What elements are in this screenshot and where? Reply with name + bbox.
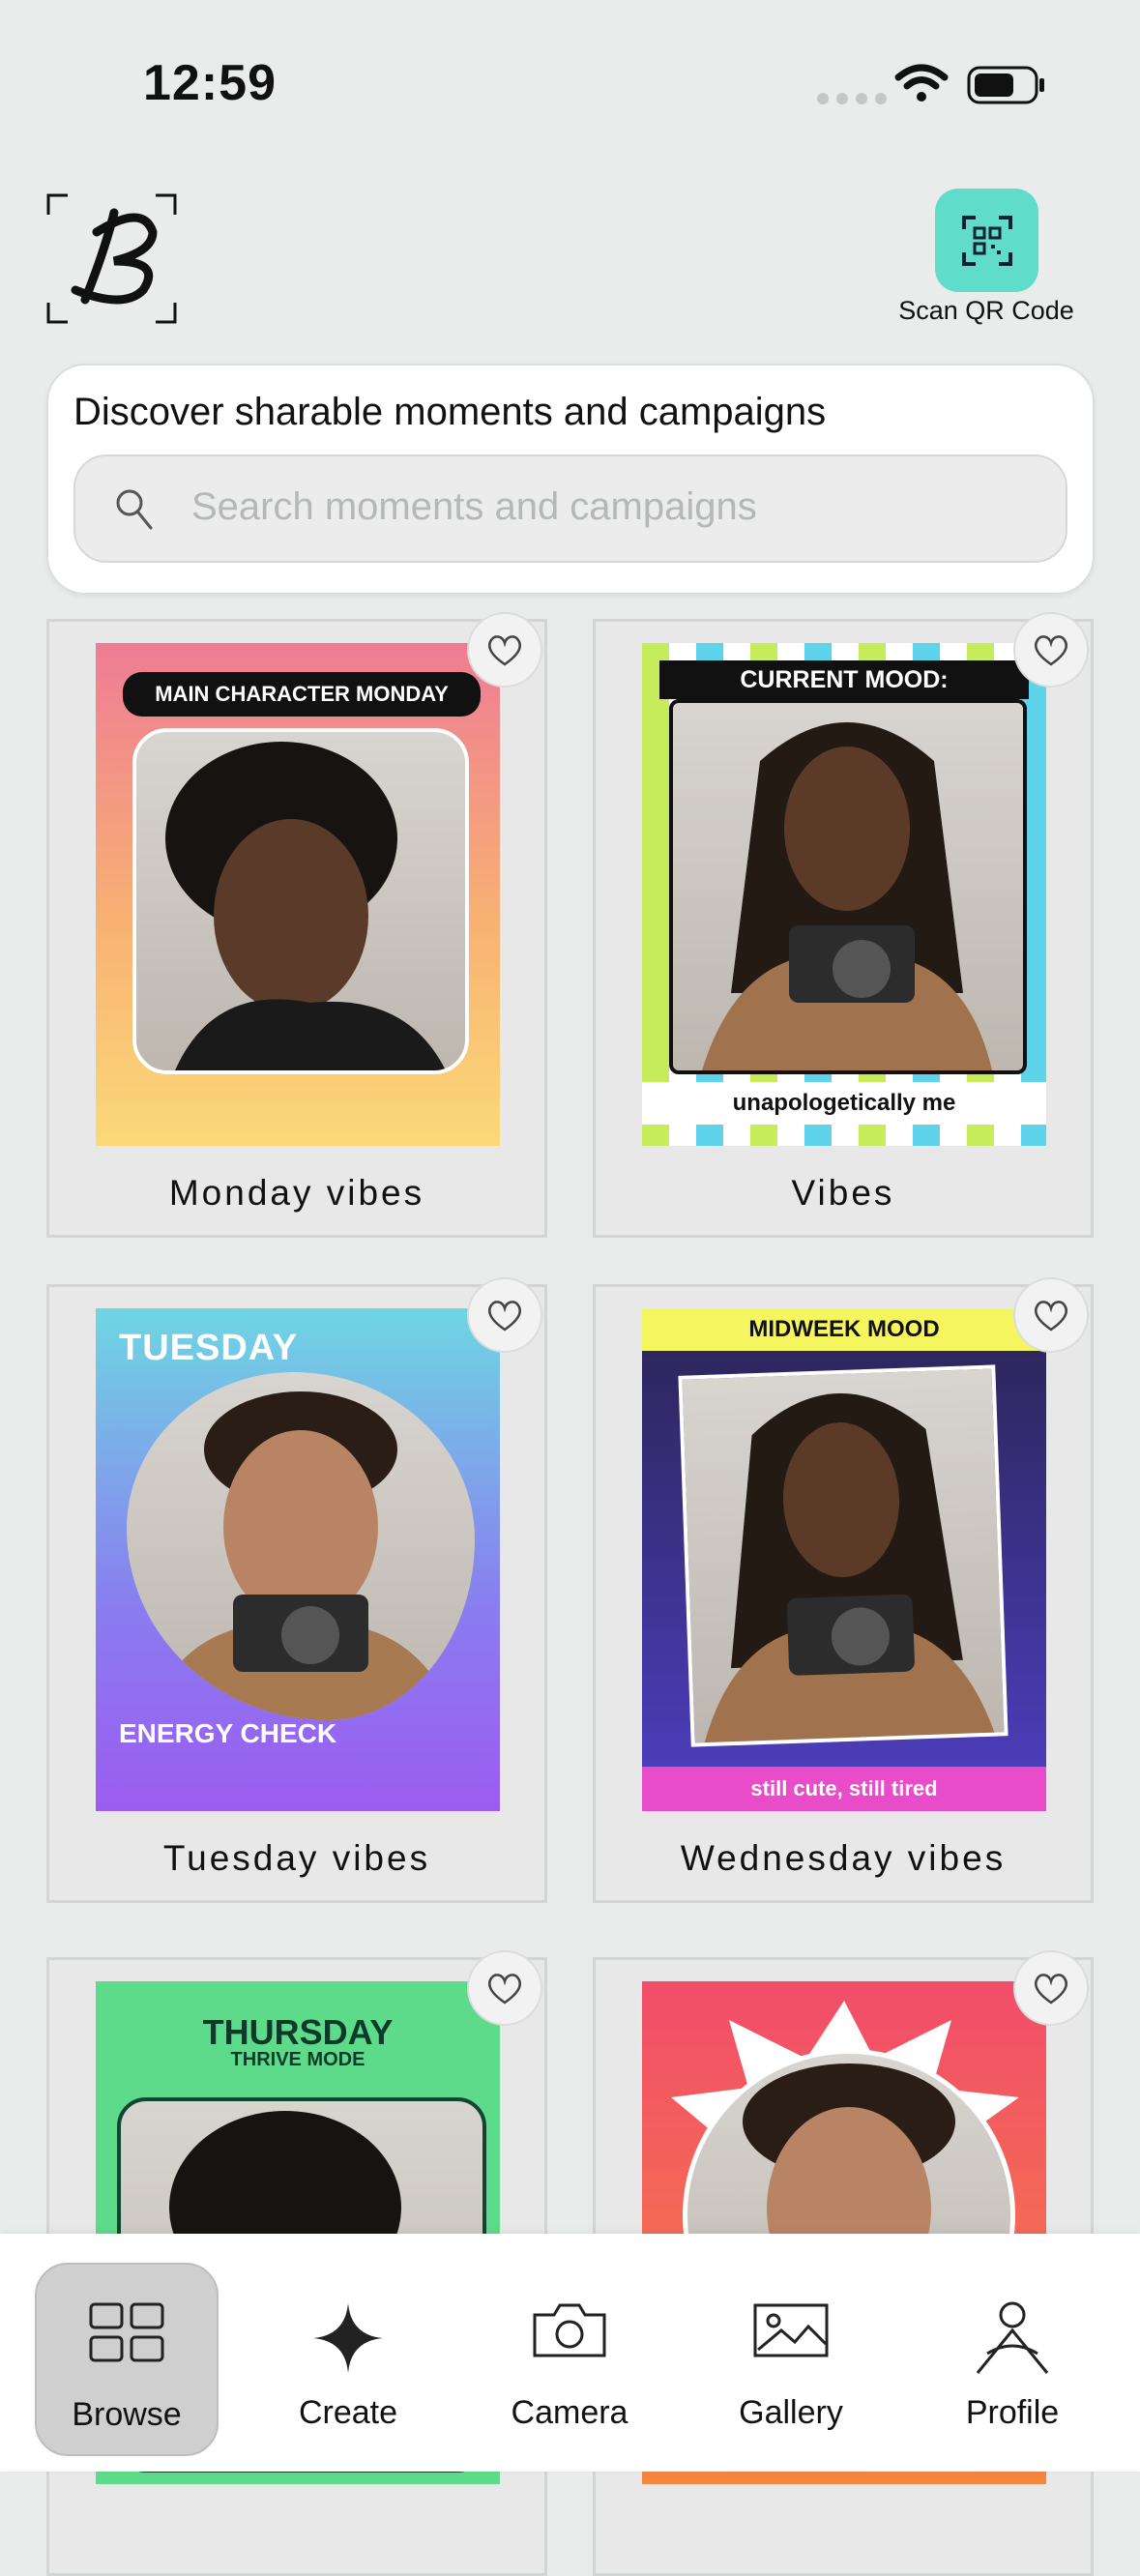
tab-label: Gallery <box>739 2394 843 2431</box>
moment-card-tuesday[interactable]: TUESDAY ENERGY CHECK Tuesday vibes <box>46 1277 547 1903</box>
tab-camera[interactable]: Camera <box>478 2263 661 2456</box>
tab-gallery[interactable]: Gallery <box>699 2263 883 2456</box>
card-artwork: MAIN CHARACTER MONDAY <box>96 643 500 1146</box>
heart-icon <box>1035 635 1067 666</box>
card-photo <box>127 1372 475 1720</box>
moment-card-wednesday[interactable]: MIDWEEK MOOD still cute, still tired Wed… <box>593 1277 1094 1903</box>
moment-card-monday[interactable]: MAIN CHARACTER MONDAY Monday vibes <box>46 612 547 1238</box>
card-photo <box>678 1364 1008 1747</box>
heart-icon <box>1035 1301 1067 1332</box>
card-banner: MIDWEEK MOOD <box>642 1308 1046 1351</box>
search-panel: Discover sharable moments and campaigns … <box>46 364 1095 595</box>
card-banner: CURRENT MOOD: <box>659 660 1029 699</box>
search-icon <box>116 489 153 530</box>
search-title: Discover sharable moments and campaigns <box>73 391 827 433</box>
tab-browse[interactable]: Browse <box>35 2263 219 2456</box>
favorite-button[interactable] <box>467 1950 542 2026</box>
card-photo <box>132 728 469 1074</box>
cellular-signal-icon <box>817 93 887 104</box>
card-artwork: CURRENT MOOD: unapologetically me <box>642 643 1046 1146</box>
status-time: 12:59 <box>143 55 277 111</box>
person-icon <box>976 2301 1049 2374</box>
card-artwork: MIDWEEK MOOD still cute, still tired <box>642 1308 1046 1811</box>
card-photo <box>669 699 1027 1074</box>
moment-card-vibes[interactable]: CURRENT MOOD: unapologetically me Vibes <box>593 612 1094 1238</box>
card-subtitle: THRIVE MODE <box>230 2049 365 2070</box>
camera-icon <box>533 2303 606 2357</box>
sparkle-icon <box>313 2303 383 2373</box>
card-footer-text: still cute, still tired <box>642 1767 1046 1811</box>
tab-label: Browse <box>72 2396 182 2433</box>
card-banner: TUESDAY <box>119 1328 299 1368</box>
battery-icon <box>967 66 1044 104</box>
favorite-button[interactable] <box>467 1277 542 1353</box>
heart-icon <box>1035 1974 1067 2005</box>
grid-icon <box>89 2302 164 2362</box>
tab-label: Create <box>298 2394 398 2431</box>
tab-label: Profile <box>965 2394 1060 2431</box>
card-caption: Vibes <box>791 1173 895 1213</box>
card-caption: Monday vibes <box>168 1173 425 1213</box>
favorite-button[interactable] <box>1013 612 1089 688</box>
favorite-button[interactable] <box>1013 1277 1089 1353</box>
wifi-icon <box>894 64 949 102</box>
favorite-button[interactable] <box>467 612 542 688</box>
heart-icon <box>488 635 521 666</box>
heart-icon <box>488 1301 521 1332</box>
scan-qr-button[interactable] <box>935 189 1038 292</box>
qr-code-icon <box>961 215 1012 266</box>
card-footer-text: ENERGY CHECK <box>119 1718 337 1748</box>
favorite-button[interactable] <box>1013 1950 1089 2026</box>
image-icon <box>753 2303 829 2357</box>
card-banner: THURSDAY <box>202 2012 394 2052</box>
app-logo[interactable] <box>46 193 177 324</box>
card-caption: Wednesday vibes <box>680 1838 1007 1878</box>
card-footer-text: unapologetically me <box>642 1082 1046 1125</box>
tab-create[interactable]: Create <box>256 2263 440 2456</box>
heart-icon <box>488 1974 521 2005</box>
search-input[interactable]: Search moments and campaigns <box>73 454 1067 563</box>
card-banner: MAIN CHARACTER MONDAY <box>123 672 481 717</box>
tab-bar: Browse Create Camera Gallery Profile <box>0 2234 1140 2472</box>
tab-profile[interactable]: Profile <box>921 2263 1104 2456</box>
card-artwork: TUESDAY ENERGY CHECK <box>96 1308 500 1811</box>
search-placeholder: Search moments and campaigns <box>191 485 757 528</box>
tab-label: Camera <box>511 2394 628 2431</box>
scan-qr-label: Scan QR Code <box>898 296 1074 325</box>
card-caption: Tuesday vibes <box>162 1838 431 1878</box>
